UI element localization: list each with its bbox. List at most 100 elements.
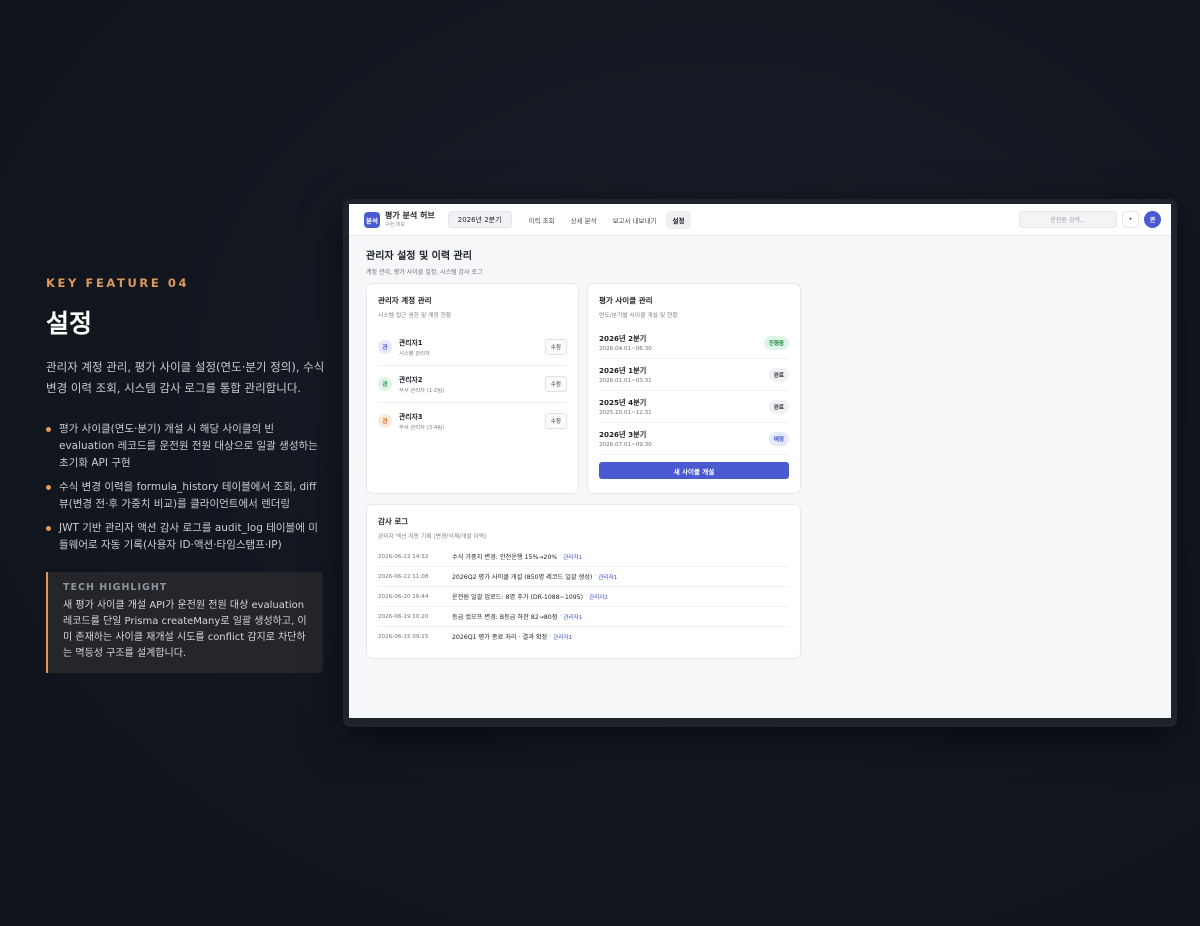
nav-history[interactable]: 이력 조회 — [522, 211, 562, 229]
admin-name: 관리자3 — [399, 413, 423, 421]
bullet-dot-icon — [46, 427, 51, 432]
tech-highlight: TECH HIGHLIGHT 새 평가 사이클 개설 API가 운전원 전원 대… — [46, 572, 323, 673]
feature-panel: KEY FEATURE 04 설정 관리자 계정 관리, 평가 사이클 설정(연… — [46, 276, 326, 673]
quarter-selector[interactable]: 2026년 2분기 — [447, 211, 512, 228]
app-topbar: 분석 평가 분석 허브 구현 데모 2026년 2분기 이력 조회 상세 분석 … — [349, 204, 1171, 236]
log-action: 2026Q1 평가 종료 처리 · 결과 확정 — [452, 634, 548, 641]
admin-avatar: 관 — [378, 340, 392, 354]
admin-role: 시스템 관리자 — [399, 351, 430, 357]
log-user-link[interactable]: 관리자1 — [563, 613, 582, 621]
cycle-name: 2026년 1분기 — [599, 366, 647, 375]
page-subtitle: 계정 관리, 평가 사이클 설정, 시스템 감사 로그 — [366, 269, 483, 276]
feature-description: 관리자 계정 관리, 평가 사이클 설정(연도·분기 정의), 수식 변경 이력… — [46, 360, 325, 395]
tech-highlight-text: 새 평가 사이클 개설 API가 운전원 전원 대상 evaluation 레코… — [63, 600, 307, 659]
feature-bullets: 평가 사이클(연도·분기) 개설 시 해당 사이클의 빈 evaluation … — [46, 421, 326, 554]
log-timestamp: 2026-06-19 10:20 — [378, 613, 429, 620]
admin-row: 관 관리자3 부서 관리자 (3·4팀) 수정 — [378, 403, 567, 439]
log-timestamp: 2026-06-22 11:08 — [378, 573, 429, 580]
notification-icon[interactable]: • — [1122, 211, 1139, 228]
bullet-dot-icon — [46, 526, 51, 531]
log-timestamp: 2026-06-20 16:44 — [378, 593, 429, 600]
log-action: 2026Q2 평가 사이클 개설 (850명 레코드 일괄 생성) — [452, 574, 593, 581]
status-badge: 진행중 — [763, 336, 789, 350]
log-separator: · — [559, 553, 562, 560]
log-separator: · — [594, 573, 597, 580]
log-user-link[interactable]: 관리자1 — [598, 573, 617, 581]
app-logo[interactable]: 분석 — [364, 211, 380, 228]
log-separator: · — [549, 633, 552, 640]
feature-bullet: 평가 사이클(연도·분기) 개설 시 해당 사이클의 빈 evaluation … — [46, 421, 326, 472]
log-separator: · — [559, 613, 562, 620]
edit-admin-button[interactable]: 수정 — [544, 413, 567, 429]
cycle-range: 2025.10.01~12.31 — [599, 410, 652, 416]
nav-export[interactable]: 보고서 내보내기 — [606, 211, 664, 229]
admin-info: 관리자3 부서 관리자 (3·4팀) — [399, 411, 545, 431]
cycle-management-card: 평가 사이클 관리 연도/분기별 사이클 개설 및 현황 2026년 2분기 20… — [587, 283, 801, 494]
cycle-info: 2026년 2분기 2026.04.01~06.30 — [599, 334, 764, 352]
admin-avatar: 관 — [378, 377, 392, 391]
page-header: 관리자 설정 및 이력 관리 계정 관리, 평가 사이클 설정, 시스템 감사 … — [349, 236, 1171, 287]
cycle-card-title: 평가 사이클 관리 — [599, 296, 653, 305]
log-user-link[interactable]: 관리자1 — [563, 553, 582, 561]
admin-accounts-card: 관리자 계정 관리 시스템 접근 권한 및 계정 현황 관 관리자1 시스템 관리자… — [366, 283, 579, 494]
log-user-link[interactable]: 관리자1 — [553, 633, 572, 641]
page-title: 관리자 설정 및 이력 관리 — [366, 251, 472, 262]
cycle-range: 2026.07.01~09.30 — [599, 442, 652, 448]
cycle-info: 2026년 1분기 2026.01.01~03.31 — [599, 366, 769, 384]
audit-card-title: 감사 로그 — [378, 517, 409, 526]
cycle-row[interactable]: 2026년 1분기 2026.01.01~03.31 완료 — [599, 359, 789, 391]
admin-name: 관리자1 — [399, 339, 423, 347]
user-avatar[interactable]: 관 — [1144, 211, 1161, 228]
admin-info: 관리자1 시스템 관리자 — [399, 337, 545, 357]
app-screen: 분석 평가 분석 허브 구현 데모 2026년 2분기 이력 조회 상세 분석 … — [349, 204, 1171, 718]
edit-admin-button[interactable]: 수정 — [544, 376, 567, 392]
brand: 평가 분석 허브 구현 데모 — [385, 210, 435, 228]
log-action: 등급 컷오프 변경: B등급 하한 82→80점 — [452, 614, 558, 621]
brand-subtitle: 구현 데모 — [385, 221, 405, 228]
cycle-info: 2025년 4분기 2025.10.01~12.31 — [599, 398, 769, 416]
feature-bullet: 수식 변경 이력을 formula_history 테이블에서 조회, diff… — [46, 479, 326, 513]
device-frame: 분석 평가 분석 허브 구현 데모 2026년 2분기 이력 조회 상세 분석 … — [343, 199, 1177, 727]
nav-analysis[interactable]: 상세 분석 — [564, 211, 604, 229]
admin-role: 부서 관리자 (3·4팀) — [399, 425, 445, 431]
edit-admin-button[interactable]: 수정 — [544, 339, 567, 355]
admin-name: 관리자2 — [399, 376, 423, 384]
admin-avatar: 관 — [378, 414, 392, 428]
cycle-row[interactable]: 2025년 4분기 2025.10.01~12.31 완료 — [599, 391, 789, 423]
admin-row: 관 관리자1 시스템 관리자 수정 — [378, 329, 567, 366]
feature-title: 설정 — [46, 309, 93, 338]
audit-log-row: 2026-06-20 16:44 운전원 일괄 업로드: 8명 추가 (DR-10… — [378, 587, 789, 607]
audit-log-card: 감사 로그 관리자 액션 자동 기록 (변경/삭제/개설 이력) 2026-06… — [366, 504, 801, 659]
cycle-name: 2026년 3분기 — [599, 430, 647, 439]
status-badge: 예정 — [768, 432, 789, 446]
new-cycle-button[interactable]: 새 사이클 개설 — [599, 462, 789, 479]
feature-bullet: JWT 기반 관리자 액션 감사 로그를 audit_log 테이블에 미들웨어… — [46, 520, 326, 554]
log-action: 운전원 일괄 업로드: 8명 추가 (DR-1088~1095) — [452, 594, 584, 601]
log-timestamp: 2026-06-22 14:32 — [378, 553, 429, 560]
log-separator: · — [585, 593, 587, 600]
admin-info: 관리자2 부서 관리자 (1·2팀) — [399, 374, 545, 394]
cycle-range: 2026.04.01~06.30 — [599, 346, 652, 352]
log-timestamp: 2026-06-15 09:15 — [378, 633, 429, 640]
audit-log-row: 2026-06-15 09:15 2026Q1 평가 종료 처리 · 결과 확정 ·… — [378, 627, 789, 646]
status-badge: 완료 — [768, 400, 789, 414]
audit-log-row: 2026-06-19 10:20 등급 컷오프 변경: B등급 하한 82→80점… — [378, 607, 789, 627]
cycle-row[interactable]: 2026년 3분기 2026.07.01~09.30 예정 — [599, 423, 789, 455]
main-nav: 이력 조회 상세 분석 보고서 내보내기 설정 — [522, 210, 694, 229]
cycle-name: 2026년 2분기 — [599, 334, 647, 343]
cycle-info: 2026년 3분기 2026.07.01~09.30 — [599, 430, 769, 448]
search-input[interactable]: 운전원 검색... — [1019, 211, 1117, 228]
nav-settings[interactable]: 설정 — [665, 210, 692, 229]
admin-role: 부서 관리자 (1·2팀) — [399, 388, 445, 394]
log-user-link[interactable]: 관리자2 — [589, 593, 608, 601]
status-badge: 완료 — [768, 368, 789, 382]
admin-card-title: 관리자 계정 관리 — [378, 296, 432, 305]
cycle-row[interactable]: 2026년 2분기 2026.04.01~06.30 진행중 — [599, 327, 789, 359]
tech-highlight-title: TECH HIGHLIGHT — [63, 582, 168, 593]
brand-name: 평가 분석 허브 — [385, 210, 435, 220]
admin-card-subtitle: 시스템 접근 권한 및 계정 현황 — [378, 313, 452, 319]
audit-log-row: 2026-06-22 14:32 수식 가중치 변경: 안전운행 15%→20% ·… — [378, 547, 789, 567]
cycle-card-subtitle: 연도/분기별 사이클 개설 및 현황 — [599, 313, 678, 319]
admin-row: 관 관리자2 부서 관리자 (1·2팀) 수정 — [378, 366, 567, 403]
cycle-name: 2025년 4분기 — [599, 398, 647, 407]
